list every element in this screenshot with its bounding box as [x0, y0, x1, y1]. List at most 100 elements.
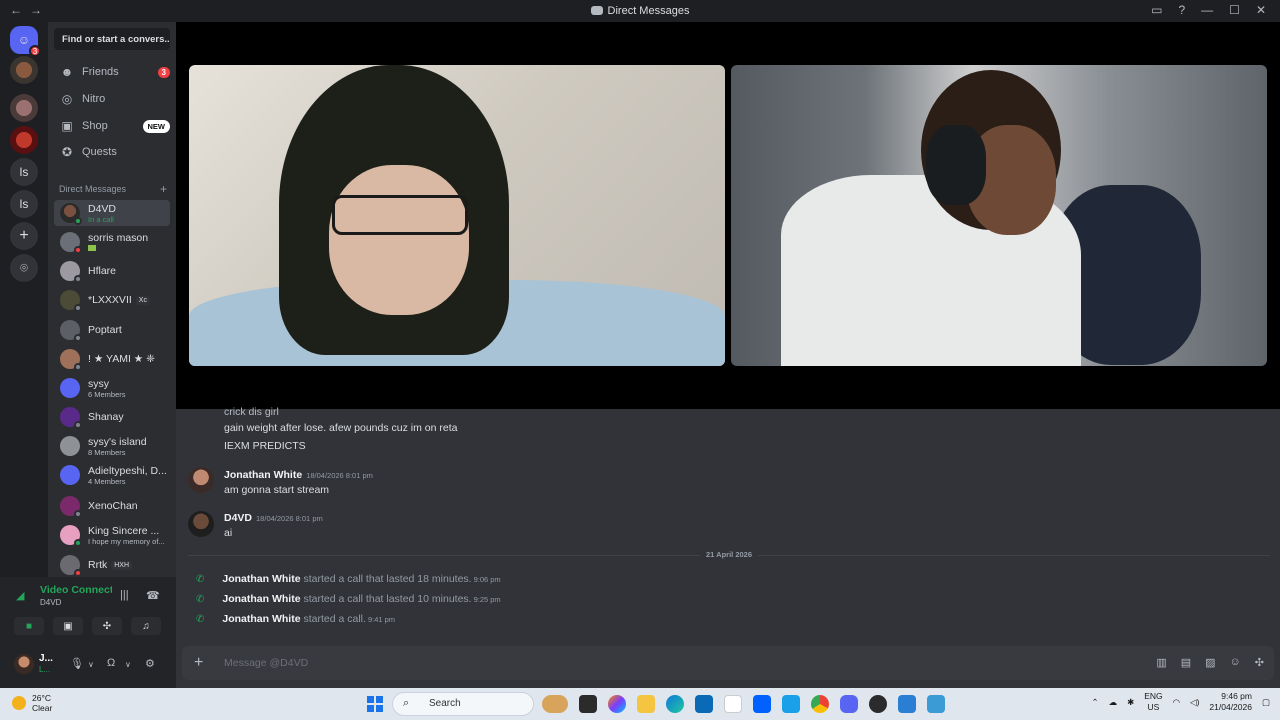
wifi-icon[interactable]: ◠ — [1173, 697, 1180, 708]
start-button[interactable] — [367, 696, 383, 712]
avatar[interactable] — [188, 467, 214, 493]
apps-icon[interactable]: ✣ — [1255, 656, 1264, 669]
nav-quests[interactable]: ✪ Quests — [56, 141, 170, 163]
dm-item[interactable]: XenoChan — [54, 493, 170, 519]
clock[interactable]: 9:46 pm 21/04/2026 — [1209, 691, 1252, 713]
notepad-icon[interactable] — [927, 695, 945, 713]
dm-item[interactable]: King Sincere ... I hope my memory of... — [54, 522, 170, 548]
avatar[interactable] — [188, 511, 214, 537]
weather-widget[interactable]: 26°C Clear — [12, 693, 52, 713]
onedrive-icon[interactable]: ☁ — [1109, 697, 1118, 708]
phone-icon: ✆ — [196, 614, 205, 625]
avatar — [60, 261, 82, 283]
dropbox-icon[interactable] — [753, 695, 771, 713]
inbox-icon[interactable]: ▭ — [1151, 3, 1162, 17]
create-dm-icon[interactable]: + — [160, 182, 167, 196]
bolt-app-icon[interactable] — [782, 695, 800, 713]
close-button[interactable]: ✕ — [1256, 3, 1266, 17]
dm-item[interactable]: sysy 6 Members — [54, 375, 170, 401]
server-ls[interactable]: ls — [10, 190, 38, 218]
speaker-icon[interactable]: ◁) — [1190, 697, 1199, 708]
store-icon[interactable] — [695, 695, 713, 713]
explore-icon[interactable]: ⌾ — [10, 254, 38, 282]
home-button[interactable]: ☺ 3 — [10, 26, 41, 57]
message-text: crick dis girl — [224, 406, 279, 418]
message-input[interactable]: Message @D4VD — [224, 657, 308, 669]
notification-badge: 3 — [29, 45, 41, 57]
dm-item[interactable]: Rrtk HXH — [54, 552, 170, 578]
nav-nitro[interactable]: ◎ Nitro — [56, 88, 170, 110]
dm-item[interactable]: sorris mason — [54, 229, 170, 255]
server-ls[interactable]: ls — [10, 158, 38, 186]
video-tile[interactable] — [189, 65, 725, 366]
file-explorer-icon[interactable] — [637, 695, 655, 713]
app-icon[interactable] — [869, 695, 887, 713]
chevron-down-icon[interactable]: ∨ — [88, 660, 94, 669]
amazon-icon[interactable] — [724, 695, 742, 713]
sun-icon — [12, 696, 26, 710]
system-tray: ⌃ ☁ ✱ ENG US ◠ ◁) 9:46 pm 21/04/2026 ▢ — [1091, 691, 1270, 713]
bluetooth-icon[interactable]: ✱ — [1127, 697, 1134, 708]
server-avatar[interactable] — [10, 126, 38, 154]
dm-item[interactable]: Adieltypeshi, D... 4 Members — [54, 462, 170, 488]
signal-icon: ◢ — [16, 590, 25, 602]
language-indicator[interactable]: ENG US — [1144, 691, 1162, 713]
window-title: Direct Messages — [0, 5, 1280, 17]
chrome-icon[interactable] — [811, 695, 829, 713]
search-icon: ⌕ — [403, 697, 410, 709]
copilot-icon[interactable] — [608, 695, 626, 713]
maximize-button[interactable]: ☐ — [1229, 3, 1240, 17]
emoji-icon[interactable]: ☺ — [1230, 656, 1241, 669]
user-avatar[interactable] — [14, 654, 34, 674]
avatar — [60, 232, 82, 254]
camera-button[interactable]: ■ — [14, 617, 44, 635]
window-controls: ▭ ? — ☐ ✕ — [1151, 3, 1266, 17]
server-avatar[interactable] — [10, 56, 38, 84]
dm-item[interactable]: Poptart — [54, 317, 170, 343]
chevron-down-icon[interactable]: ∨ — [125, 660, 131, 669]
dm-item[interactable]: Hflare — [54, 258, 170, 284]
composer-tools: ▥ ▤ ▨ ☺ ✣ — [1156, 656, 1264, 669]
help-icon[interactable]: ? — [1178, 3, 1185, 17]
photos-icon[interactable] — [898, 695, 916, 713]
sticker-icon[interactable]: ▨ — [1205, 656, 1215, 669]
attach-plus-icon[interactable]: + — [194, 654, 203, 672]
edge-icon[interactable] — [666, 695, 684, 713]
search-input[interactable]: Find or start a convers... — [54, 28, 170, 50]
nav-shop[interactable]: ▣ Shop NEW — [56, 115, 170, 137]
task-view-icon[interactable] — [579, 695, 597, 713]
microphone-icon[interactable]: 🎙 — [70, 657, 84, 670]
discord-app-icon[interactable] — [840, 695, 858, 713]
screen-share-button[interactable]: ▣ — [53, 617, 83, 635]
dm-item[interactable]: sysy's island 8 Members — [54, 433, 170, 459]
taskbar-search[interactable]: ⌕ Search — [392, 692, 534, 716]
notifications-icon[interactable]: ▢ — [1262, 697, 1270, 708]
server-avatar[interactable] — [10, 94, 38, 122]
message-composer[interactable]: + Message @D4VD ▥ ▤ ▨ ☺ ✣ — [182, 646, 1274, 680]
nav-friends[interactable]: ☻ Friends 3 — [56, 61, 170, 83]
new-badge: NEW — [142, 119, 170, 133]
noise-suppression-icon[interactable]: ||| — [120, 589, 129, 601]
dm-item[interactable]: *LXXXVII Xc — [54, 287, 170, 313]
main-area: crick dis girl gain weight after lose. a… — [176, 22, 1280, 688]
minimize-button[interactable]: — — [1201, 3, 1213, 17]
chevron-up-icon[interactable]: ⌃ — [1091, 697, 1098, 708]
dm-item[interactable]: ! ★ YAMI ★ ❈ — [54, 346, 170, 372]
disconnect-icon[interactable]: ☎ — [146, 589, 160, 602]
clan-tag: Xc — [135, 295, 150, 305]
nitro-icon: ◎ — [61, 92, 73, 106]
widget-image-icon[interactable] — [542, 695, 568, 713]
message-text: am gonna start stream — [224, 484, 330, 496]
dm-item[interactable]: Shanay — [54, 404, 170, 430]
soundboard-button[interactable]: ♫ — [131, 617, 161, 635]
activities-button[interactable]: ✣ — [92, 617, 122, 635]
gif-icon[interactable]: ▤ — [1181, 656, 1191, 669]
add-server-button[interactable]: + — [10, 222, 38, 250]
dm-item[interactable]: D4VD In a call — [54, 200, 170, 226]
headphones-icon[interactable]: Ω — [107, 657, 115, 669]
gift-icon[interactable]: ▥ — [1156, 656, 1166, 669]
video-tile[interactable] — [731, 65, 1267, 366]
call-log-item: ✆ Jonathan White started a call. 9:41 pm — [196, 613, 396, 625]
title-bar: ← → Direct Messages ▭ ? — ☐ ✕ — [0, 0, 1280, 22]
settings-gear-icon[interactable]: ⚙ — [145, 657, 155, 670]
